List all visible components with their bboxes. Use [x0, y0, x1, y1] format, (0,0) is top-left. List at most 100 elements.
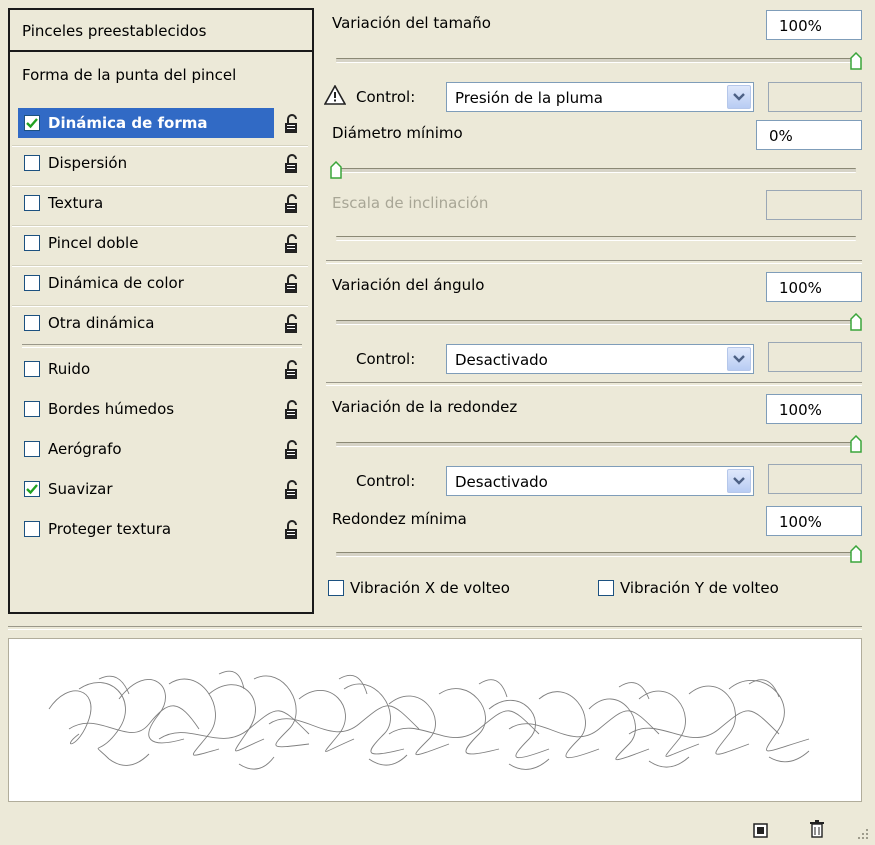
- option-color-dynamics[interactable]: Dinámica de color: [10, 264, 312, 304]
- min-roundness-label: Redondez mínima: [332, 510, 467, 528]
- scattering-checkbox[interactable]: [24, 155, 40, 171]
- roundness-control-value: Desactivado: [455, 473, 548, 491]
- roundness-jitter-slider[interactable]: [336, 442, 856, 447]
- lock-icon[interactable]: [282, 193, 302, 215]
- option-airbrush[interactable]: Aerógrafo: [10, 430, 312, 470]
- new-brush-icon[interactable]: [752, 821, 770, 839]
- chevron-down-icon: [733, 355, 745, 363]
- chevron-down-icon: [733, 93, 745, 101]
- lock-icon[interactable]: [282, 313, 302, 335]
- angle-control-dropdown[interactable]: Desactivado: [446, 344, 754, 374]
- slider-thumb[interactable]: [850, 545, 862, 563]
- angle-jitter-input[interactable]: 100%: [766, 272, 862, 302]
- option-label: Dinámica de color: [48, 274, 184, 292]
- lock-icon[interactable]: [282, 113, 302, 135]
- angle-jitter-slider[interactable]: [336, 320, 856, 325]
- dropdown-arrow[interactable]: [727, 469, 751, 493]
- angle-jitter-value: 100%: [779, 279, 822, 297]
- bottom-toolbar: [0, 817, 875, 845]
- lock-icon[interactable]: [282, 519, 302, 541]
- tilt-scale-slider: [336, 236, 856, 241]
- angle-control-fade-input: [768, 342, 862, 372]
- section-separator: [326, 260, 862, 264]
- size-jitter-input[interactable]: 100%: [766, 10, 862, 40]
- brush-stroke-preview: [8, 638, 862, 802]
- brush-tip-shape-item[interactable]: Forma de la punta del pincel: [22, 66, 236, 84]
- wet-edges-checkbox[interactable]: [24, 401, 40, 417]
- lock-icon[interactable]: [282, 439, 302, 461]
- roundness-jitter-input[interactable]: 100%: [766, 394, 862, 424]
- min-diameter-label: Diámetro mínimo: [332, 124, 463, 142]
- lock-icon[interactable]: [282, 233, 302, 255]
- roundness-control-label: Control:: [356, 472, 416, 490]
- size-control-value: Presión de la pluma: [455, 89, 603, 107]
- flip-x-label: Vibración X de volteo: [350, 579, 510, 597]
- checkmark-icon: [26, 118, 38, 129]
- texture-checkbox[interactable]: [24, 195, 40, 211]
- brush-presets-label: Pinceles preestablecidos: [22, 22, 207, 40]
- roundness-control-fade-input: [768, 464, 862, 494]
- angle-control-value: Desactivado: [455, 351, 548, 369]
- size-control-label: Control:: [356, 88, 416, 106]
- option-wet-edges[interactable]: Bordes húmedos: [10, 390, 312, 430]
- flip-x-checkbox[interactable]: [328, 580, 344, 596]
- option-noise[interactable]: Ruido: [10, 350, 312, 390]
- warning-icon: [324, 85, 346, 105]
- lock-icon[interactable]: [282, 273, 302, 295]
- min-diameter-input[interactable]: 0%: [756, 120, 862, 150]
- lock-icon[interactable]: [282, 359, 302, 381]
- tilt-scale-label: Escala de inclinación: [332, 194, 489, 212]
- option-dual-brush[interactable]: Pincel doble: [10, 224, 312, 264]
- dropdown-arrow[interactable]: [727, 347, 751, 371]
- option-scattering[interactable]: Dispersión: [10, 144, 312, 184]
- roundness-control-dropdown[interactable]: Desactivado: [446, 466, 754, 496]
- other-dynamics-checkbox[interactable]: [24, 315, 40, 331]
- color-dynamics-checkbox[interactable]: [24, 275, 40, 291]
- option-label: Bordes húmedos: [48, 400, 175, 418]
- slider-thumb[interactable]: [850, 313, 862, 331]
- option-label: Dispersión: [48, 154, 128, 172]
- dropdown-arrow[interactable]: [727, 85, 751, 109]
- slider-thumb[interactable]: [330, 161, 342, 179]
- lock-icon[interactable]: [282, 479, 302, 501]
- size-jitter-value: 100%: [779, 17, 822, 35]
- option-smoothing[interactable]: Suavizar: [10, 470, 312, 510]
- min-diameter-slider[interactable]: [332, 168, 856, 173]
- min-roundness-value: 100%: [779, 513, 822, 531]
- min-roundness-input[interactable]: 100%: [766, 506, 862, 536]
- option-label: Dinámica de forma: [48, 114, 208, 132]
- option-label: Aerógrafo: [48, 440, 122, 458]
- size-control-dropdown[interactable]: Presión de la pluma: [446, 82, 754, 112]
- airbrush-checkbox[interactable]: [24, 441, 40, 457]
- lock-icon[interactable]: [282, 399, 302, 421]
- preview-separator: [8, 626, 862, 630]
- roundness-jitter-value: 100%: [779, 401, 822, 419]
- brush-tip-shape-label: Forma de la punta del pincel: [22, 66, 237, 84]
- tilt-scale-input: [766, 190, 862, 220]
- resize-grip-icon[interactable]: [856, 827, 870, 841]
- option-label: Ruido: [48, 360, 91, 378]
- smoothing-checkbox[interactable]: [24, 481, 40, 497]
- option-protect-texture[interactable]: Proteger textura: [10, 510, 312, 550]
- lock-icon[interactable]: [282, 153, 302, 175]
- shape-dynamics-checkbox[interactable]: [24, 115, 40, 131]
- brush-presets-item[interactable]: Pinceles preestablecidos: [10, 10, 312, 52]
- option-label: Pincel doble: [48, 234, 139, 252]
- slider-thumb[interactable]: [850, 52, 862, 70]
- trash-icon[interactable]: [808, 819, 826, 839]
- option-texture[interactable]: Textura: [10, 184, 312, 224]
- checkmark-icon: [26, 484, 38, 495]
- flip-y-checkbox[interactable]: [598, 580, 614, 596]
- option-other-dynamics[interactable]: Otra dinámica: [10, 304, 312, 344]
- slider-thumb[interactable]: [850, 435, 862, 453]
- min-roundness-slider[interactable]: [336, 552, 856, 557]
- roundness-jitter-label: Variación de la redondez: [332, 398, 518, 416]
- option-label: Textura: [48, 194, 104, 212]
- list-divider: [22, 344, 302, 348]
- noise-checkbox[interactable]: [24, 361, 40, 377]
- option-shape-dynamics[interactable]: Dinámica de forma: [10, 104, 312, 144]
- brush-stroke-image: [48, 670, 810, 770]
- size-jitter-slider[interactable]: [336, 58, 856, 63]
- protect-texture-checkbox[interactable]: [24, 521, 40, 537]
- dual-brush-checkbox[interactable]: [24, 235, 40, 251]
